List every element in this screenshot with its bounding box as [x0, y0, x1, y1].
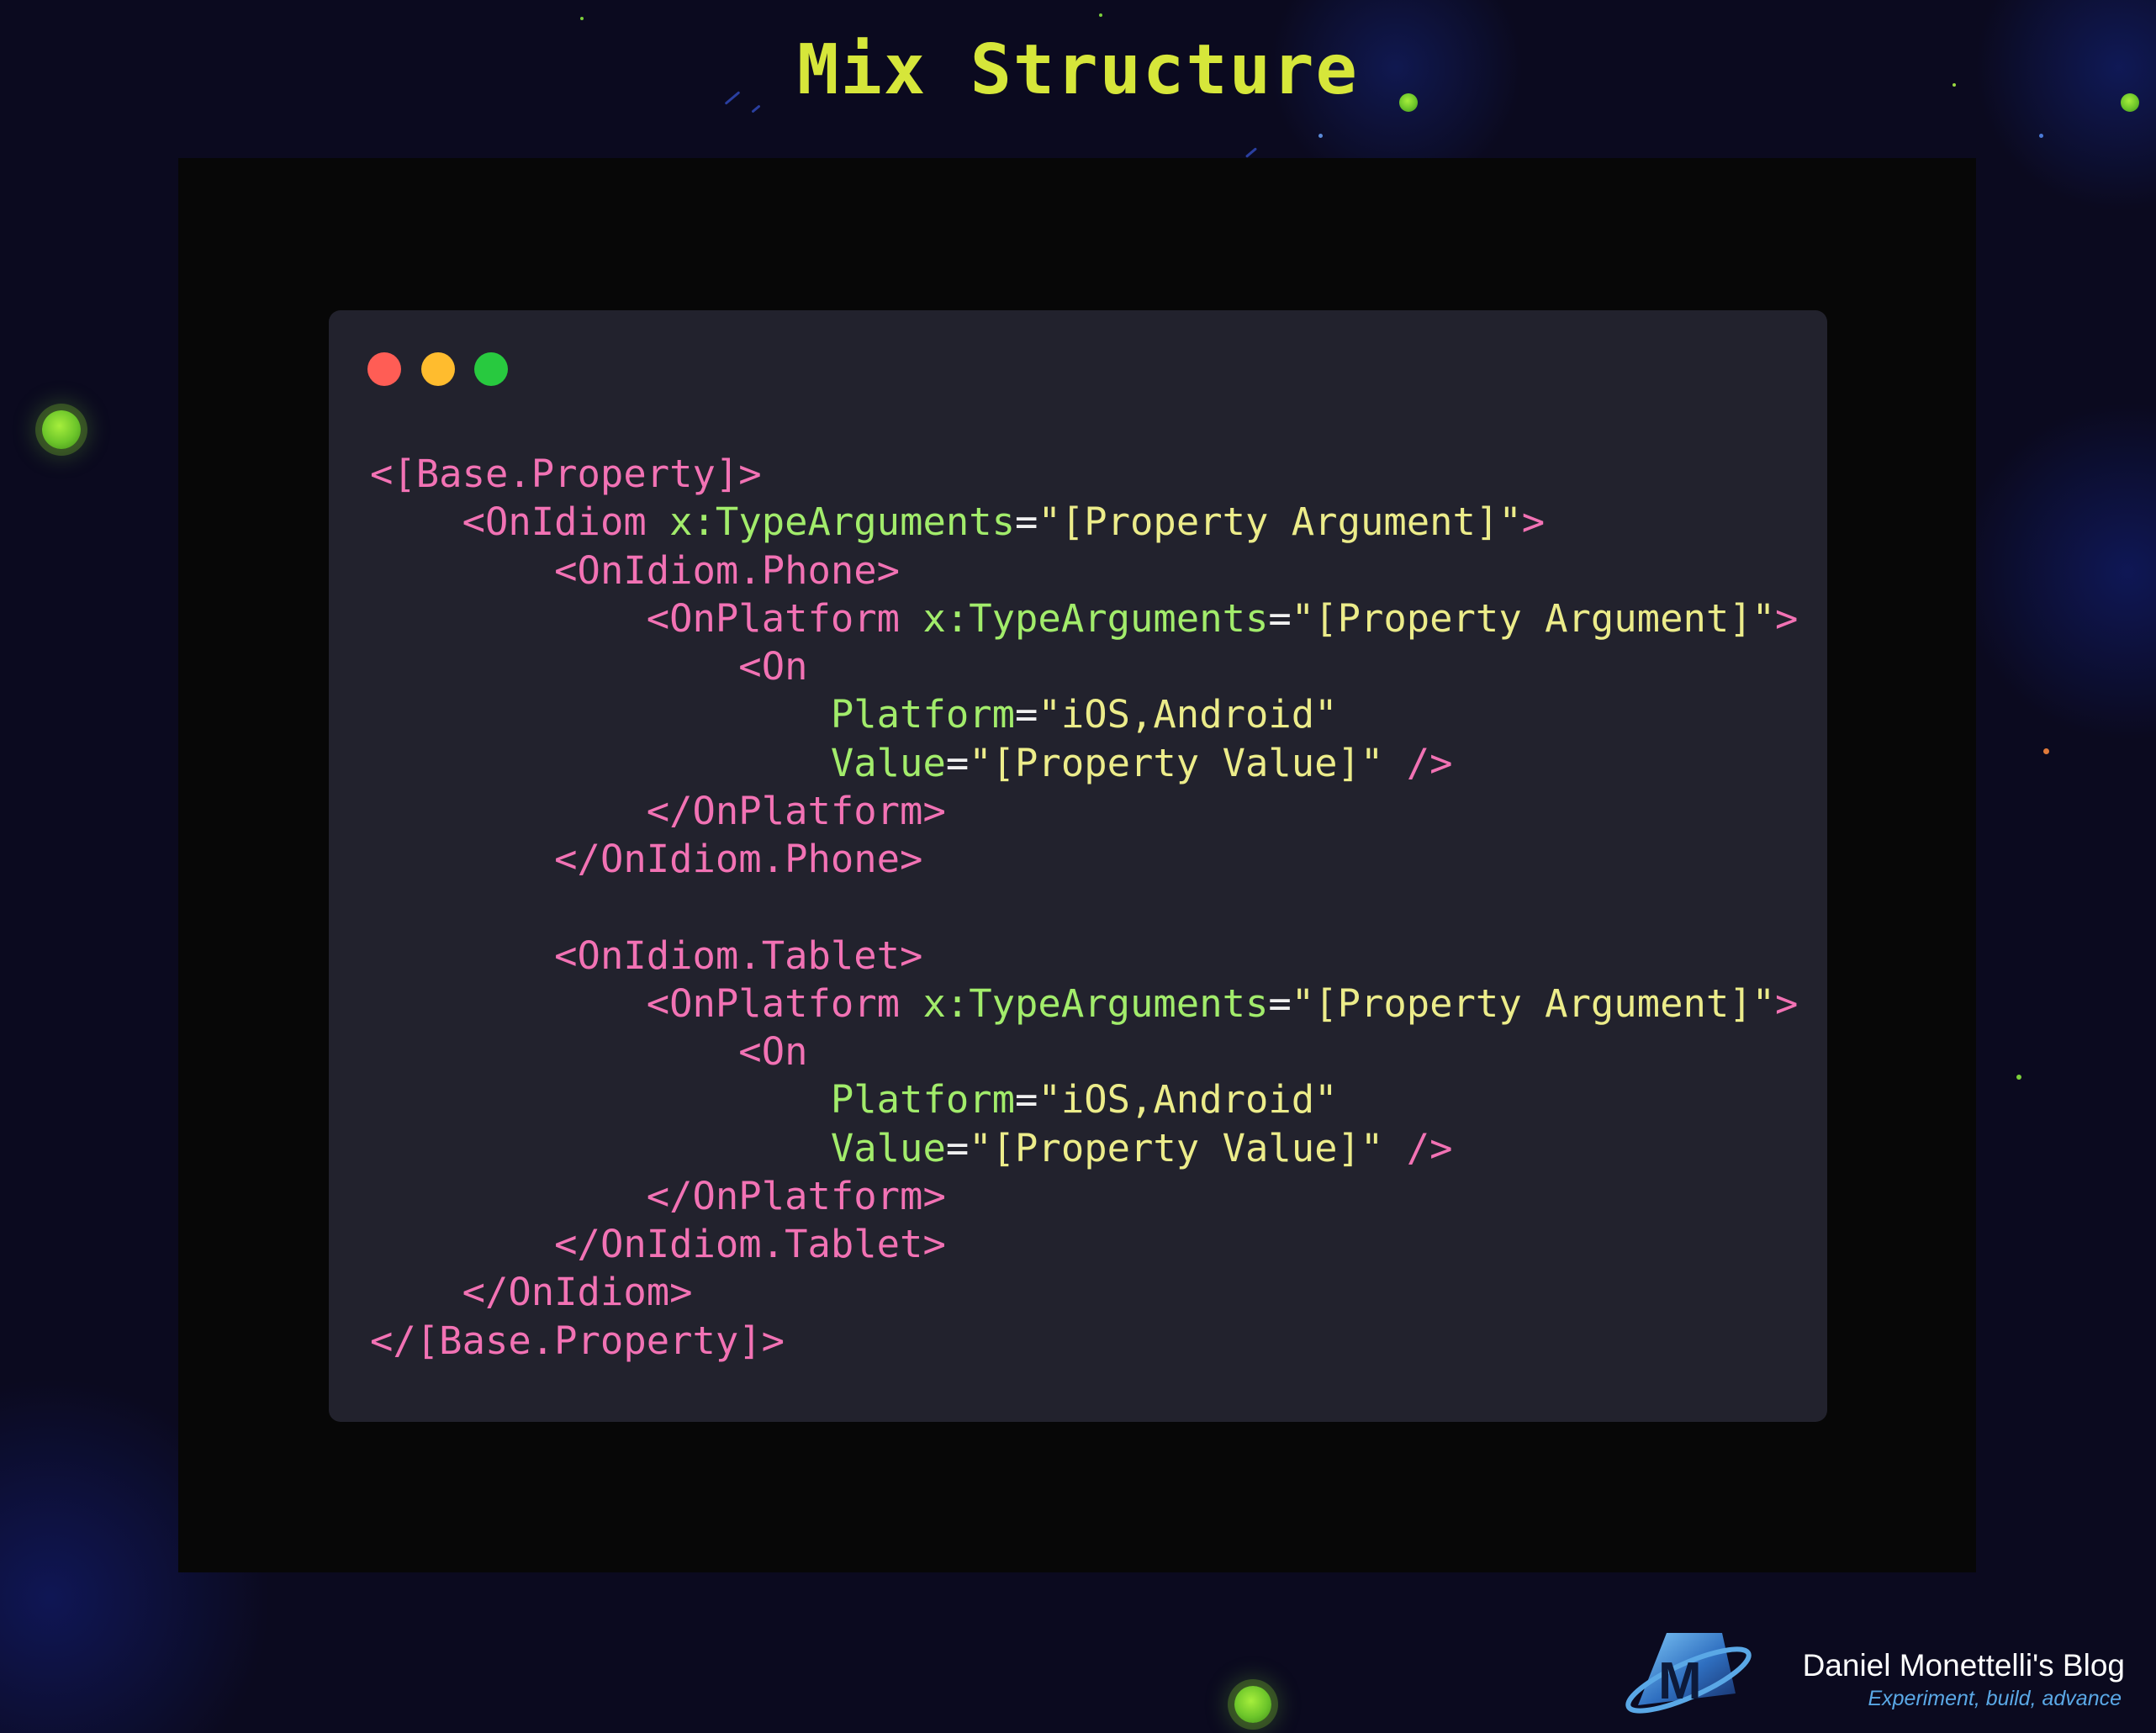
green-orb — [1234, 1686, 1271, 1723]
code-line: <OnIdiom x:TypeArguments="[Property Argu… — [462, 499, 1546, 545]
code-line: <OnPlatform x:TypeArguments="[Property A… — [646, 595, 1799, 641]
code-block: <[Base.Property]> <OnIdiom x:TypeArgumen… — [370, 450, 1798, 1365]
code-line: Value="[Property Value]" /> — [830, 1125, 1453, 1170]
star — [1318, 134, 1323, 138]
close-dot-icon — [367, 352, 401, 386]
blog-name: Daniel Monettelli's Blog — [1802, 1648, 2125, 1683]
code-line: <On — [738, 644, 808, 689]
green-orb — [42, 410, 81, 449]
page-title: Mix Structure — [797, 30, 1359, 110]
svg-text:M: M — [1658, 1652, 1702, 1710]
code-line: Platform="iOS,Android" — [830, 692, 1338, 737]
code-line: </OnPlatform> — [646, 788, 946, 833]
code-line: Value="[Property Value]" /> — [830, 740, 1453, 785]
code-line: </[Base.Property]> — [370, 1318, 785, 1363]
star — [2016, 1075, 2021, 1080]
blog-tagline: Experiment, build, advance — [1868, 1687, 2122, 1710]
code-line: <On — [738, 1029, 808, 1074]
star — [1099, 13, 1102, 17]
code-line: </OnIdiom.Tablet> — [554, 1222, 946, 1266]
code-line: Platform="iOS,Android" — [830, 1077, 1338, 1123]
star — [2043, 748, 2049, 754]
code-line: </OnPlatform> — [646, 1173, 946, 1218]
code-line: <OnPlatform x:TypeArguments="[Property A… — [646, 980, 1799, 1026]
code-line: <[Base.Property]> — [370, 452, 762, 496]
code-line: <OnIdiom.Tablet> — [554, 933, 923, 978]
blog-logo-icon: M — [1625, 1633, 1752, 1714]
maximize-dot-icon — [474, 352, 508, 386]
code-line: <OnIdiom.Phone> — [554, 547, 901, 593]
code-line: </OnIdiom> — [462, 1270, 693, 1315]
star — [580, 17, 584, 20]
code-line: </OnIdiom.Phone> — [554, 837, 923, 881]
minimize-dot-icon — [421, 352, 455, 386]
star — [2039, 134, 2043, 138]
